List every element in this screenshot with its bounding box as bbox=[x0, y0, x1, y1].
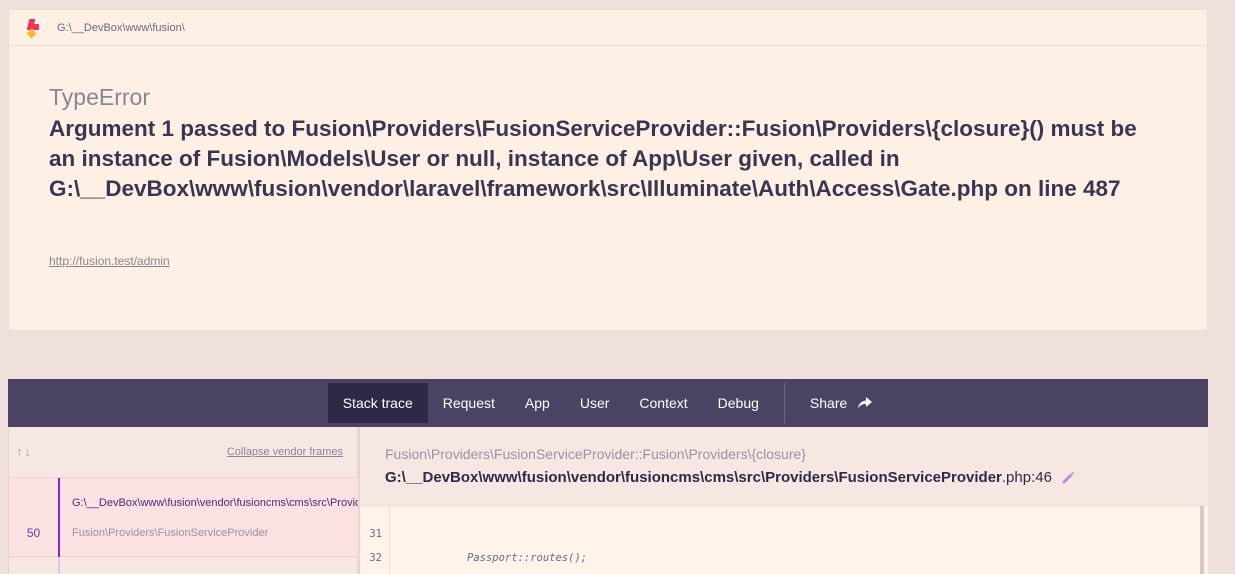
tab-debug[interactable]: Debug bbox=[703, 383, 774, 423]
frame-nav-arrows-icon[interactable]: ↑↓ bbox=[16, 444, 33, 459]
frame-class-name: Fusion\Providers\FusionServiceProvider bbox=[72, 527, 269, 539]
share-label: Share bbox=[809, 395, 848, 411]
frame-file-path: G:\__DevBox\www\fusion\vendor\fusioncms\… bbox=[72, 497, 358, 509]
frame-method: Fusion\Providers\FusionServiceProvider::… bbox=[385, 446, 806, 462]
line-number: 32 bbox=[369, 552, 382, 564]
frame-file-main: G:\__DevBox\www\fusion\vendor\fusioncms\… bbox=[385, 469, 1002, 486]
project-path: G:\__DevBox\www\fusion\ bbox=[57, 21, 185, 34]
stack-frames-pane: ↑↓ Collapse vendor frames 50 G:\__DevBox… bbox=[8, 427, 360, 574]
error-message: Argument 1 passed to Fusion\Providers\Fu… bbox=[49, 116, 1137, 201]
tab-request[interactable]: Request bbox=[428, 383, 510, 423]
error-type: TypeError bbox=[49, 84, 150, 110]
line-gutter: 31 32 bbox=[360, 506, 390, 574]
tab-bar: Stack trace Request App User Context Deb… bbox=[8, 379, 1208, 427]
frame-number: 50 bbox=[26, 526, 41, 540]
card-header: G:\__DevBox\www\fusion\ bbox=[9, 10, 1207, 46]
pencil-icon[interactable] bbox=[1061, 471, 1075, 485]
frame-file: G:\__DevBox\www\fusion\vendor\fusioncms\… bbox=[385, 469, 1075, 486]
next-frame-indicator bbox=[58, 557, 60, 574]
tab-separator bbox=[783, 383, 785, 423]
ignition-logo-icon bbox=[25, 18, 41, 38]
code-line: Passport::routes(); bbox=[467, 552, 588, 564]
tab-user[interactable]: User bbox=[565, 383, 625, 423]
stack-frame-selected[interactable]: 50 G:\__DevBox\www\fusion\vendor\fusionc… bbox=[9, 477, 358, 558]
line-number: 31 bbox=[369, 528, 382, 540]
code-scrollbar[interactable] bbox=[1200, 506, 1204, 574]
frame-detail-pane: Fusion\Providers\FusionServiceProvider::… bbox=[360, 427, 1208, 574]
request-url-link[interactable]: http://fusion.test/admin bbox=[49, 254, 170, 268]
tab-app[interactable]: App bbox=[510, 383, 565, 423]
collapse-vendor-frames-link[interactable]: Collapse vendor frames bbox=[227, 446, 343, 458]
frame-file-ext: .php:46 bbox=[1001, 469, 1052, 486]
tab-stack-trace[interactable]: Stack trace bbox=[327, 383, 428, 423]
share-button[interactable]: Share bbox=[795, 383, 888, 423]
share-arrow-icon bbox=[858, 397, 873, 409]
frame-selected-indicator bbox=[58, 478, 60, 558]
code-snippet: 31 32 Passport::routes(); bbox=[360, 505, 1208, 574]
tab-context[interactable]: Context bbox=[624, 383, 702, 423]
